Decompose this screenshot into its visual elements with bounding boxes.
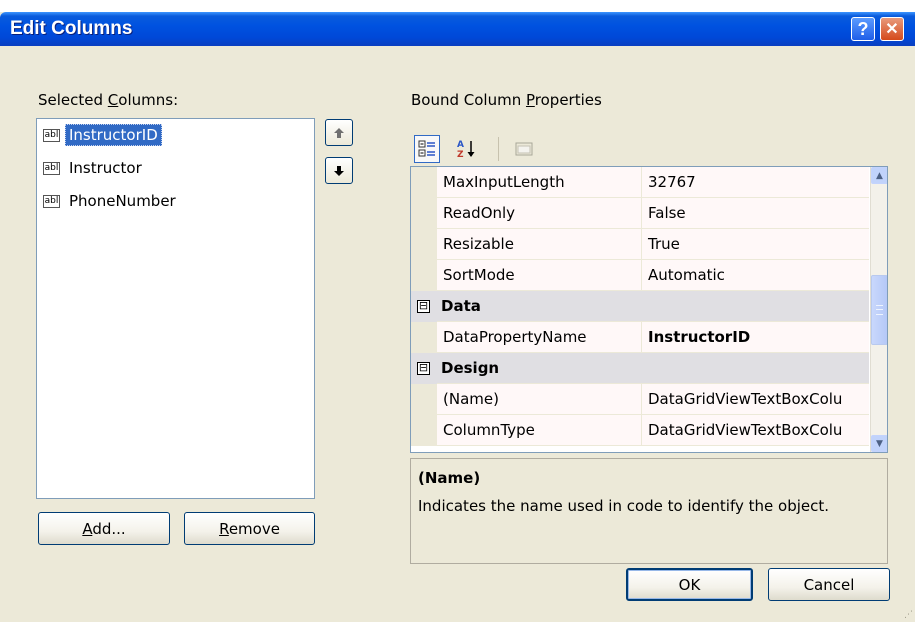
category-label: Design	[441, 359, 500, 377]
property-row[interactable]: Resizable True	[411, 229, 869, 260]
property-value[interactable]: DataGridViewTextBoxColu	[642, 384, 869, 414]
categorized-button[interactable]	[414, 135, 440, 163]
property-name: Resizable	[437, 229, 642, 259]
description-text: Indicates the name used in code to ident…	[418, 497, 830, 515]
property-name: DataPropertyName	[437, 322, 642, 352]
list-item[interactable]: abl Instructor	[43, 156, 146, 180]
arrow-down-icon	[334, 165, 344, 176]
textbox-column-icon: abl	[43, 194, 60, 208]
alphabetical-icon: A Z	[457, 140, 475, 159]
svg-text:Z: Z	[457, 150, 464, 159]
property-grid[interactable]: MaxInputLength 32767 ReadOnly False Resi…	[410, 166, 888, 453]
category-row-data[interactable]: ⊟ Data	[411, 291, 869, 322]
chevron-up-icon: ▲	[876, 170, 883, 181]
remove-button-label: Remove	[219, 519, 280, 538]
bound-column-properties-label: Bound Column Properties	[411, 91, 602, 109]
property-value[interactable]: DataGridViewTextBoxColu	[642, 415, 869, 445]
category-row-design[interactable]: ⊟ Design	[411, 353, 869, 384]
row-margin	[411, 384, 437, 415]
scroll-down-button[interactable]: ▼	[871, 435, 887, 452]
list-item[interactable]: abl InstructorID	[43, 123, 162, 147]
property-row[interactable]: SortMode Automatic	[411, 260, 869, 291]
row-margin	[411, 198, 437, 229]
property-name: ReadOnly	[437, 198, 642, 228]
move-up-button[interactable]	[325, 119, 353, 146]
row-margin	[411, 322, 437, 353]
move-down-button[interactable]	[325, 157, 353, 184]
add-button-label: Add...	[82, 519, 126, 538]
help-button[interactable]: ?	[851, 17, 875, 41]
property-row[interactable]: MaxInputLength 32767	[411, 167, 869, 198]
description-title: (Name)	[418, 469, 481, 487]
list-item-label: PhoneNumber	[69, 192, 176, 210]
property-description-panel: (Name) Indicates the name used in code t…	[410, 458, 888, 564]
edit-columns-dialog: Edit Columns ? ✕ Selected Columns: abl I…	[0, 12, 915, 622]
ok-button-label: OK	[678, 575, 701, 594]
svg-text:A: A	[457, 140, 464, 150]
list-item-label: Instructor	[69, 159, 142, 177]
row-margin	[411, 260, 437, 291]
row-margin	[411, 167, 437, 198]
chevron-down-icon: ▼	[876, 438, 883, 449]
property-pages-icon	[515, 142, 533, 156]
resize-grip-icon[interactable]: ⋰	[904, 611, 913, 620]
selected-columns-list[interactable]: abl InstructorID abl Instructor abl Phon…	[36, 118, 315, 499]
scroll-thumb[interactable]	[871, 275, 887, 345]
property-value[interactable]: True	[642, 229, 869, 259]
add-button[interactable]: Add...	[38, 512, 170, 545]
row-margin	[411, 229, 437, 260]
category-label: Data	[441, 297, 481, 315]
categorized-icon	[418, 140, 435, 157]
property-name: MaxInputLength	[437, 167, 642, 197]
selected-columns-label: Selected Columns:	[38, 91, 179, 109]
ok-button[interactable]: OK	[626, 568, 753, 601]
help-icon: ?	[857, 18, 869, 39]
close-icon: ✕	[885, 21, 899, 38]
remove-button[interactable]: Remove	[184, 512, 315, 545]
scroll-up-button[interactable]: ▲	[871, 167, 887, 184]
property-name: SortMode	[437, 260, 642, 290]
property-row[interactable]: ColumnType DataGridViewTextBoxColu	[411, 415, 869, 446]
property-name: ColumnType	[437, 415, 642, 445]
dialog-title: Edit Columns	[10, 18, 133, 39]
collapse-icon[interactable]: ⊟	[417, 300, 430, 313]
grip-icon	[876, 305, 883, 315]
row-margin	[411, 415, 437, 446]
property-value[interactable]: InstructorID	[642, 322, 869, 352]
cancel-button[interactable]: Cancel	[768, 568, 890, 601]
property-row[interactable]: ReadOnly False	[411, 198, 869, 229]
property-value[interactable]: False	[642, 198, 869, 228]
collapse-icon[interactable]: ⊟	[417, 362, 430, 375]
list-item-label: InstructorID	[65, 124, 162, 146]
list-item[interactable]: abl PhoneNumber	[43, 189, 180, 213]
property-name: (Name)	[437, 384, 642, 414]
property-row[interactable]: (Name) DataGridViewTextBoxColu	[411, 384, 869, 415]
alphabetical-button[interactable]: A Z	[454, 135, 480, 163]
property-value[interactable]: Automatic	[642, 260, 869, 290]
textbox-column-icon: abl	[43, 128, 60, 142]
title-bar[interactable]: Edit Columns ? ✕	[0, 12, 915, 46]
property-row[interactable]: DataPropertyName InstructorID	[411, 322, 869, 353]
arrow-up-icon	[334, 127, 344, 138]
textbox-column-icon: abl	[43, 161, 60, 175]
property-grid-scrollbar[interactable]: ▲ ▼	[870, 167, 887, 452]
cancel-button-label: Cancel	[803, 575, 855, 594]
property-pages-button[interactable]	[511, 135, 537, 163]
toolbar-separator	[498, 137, 499, 161]
property-value[interactable]: 32767	[642, 167, 869, 197]
close-button[interactable]: ✕	[880, 17, 904, 41]
